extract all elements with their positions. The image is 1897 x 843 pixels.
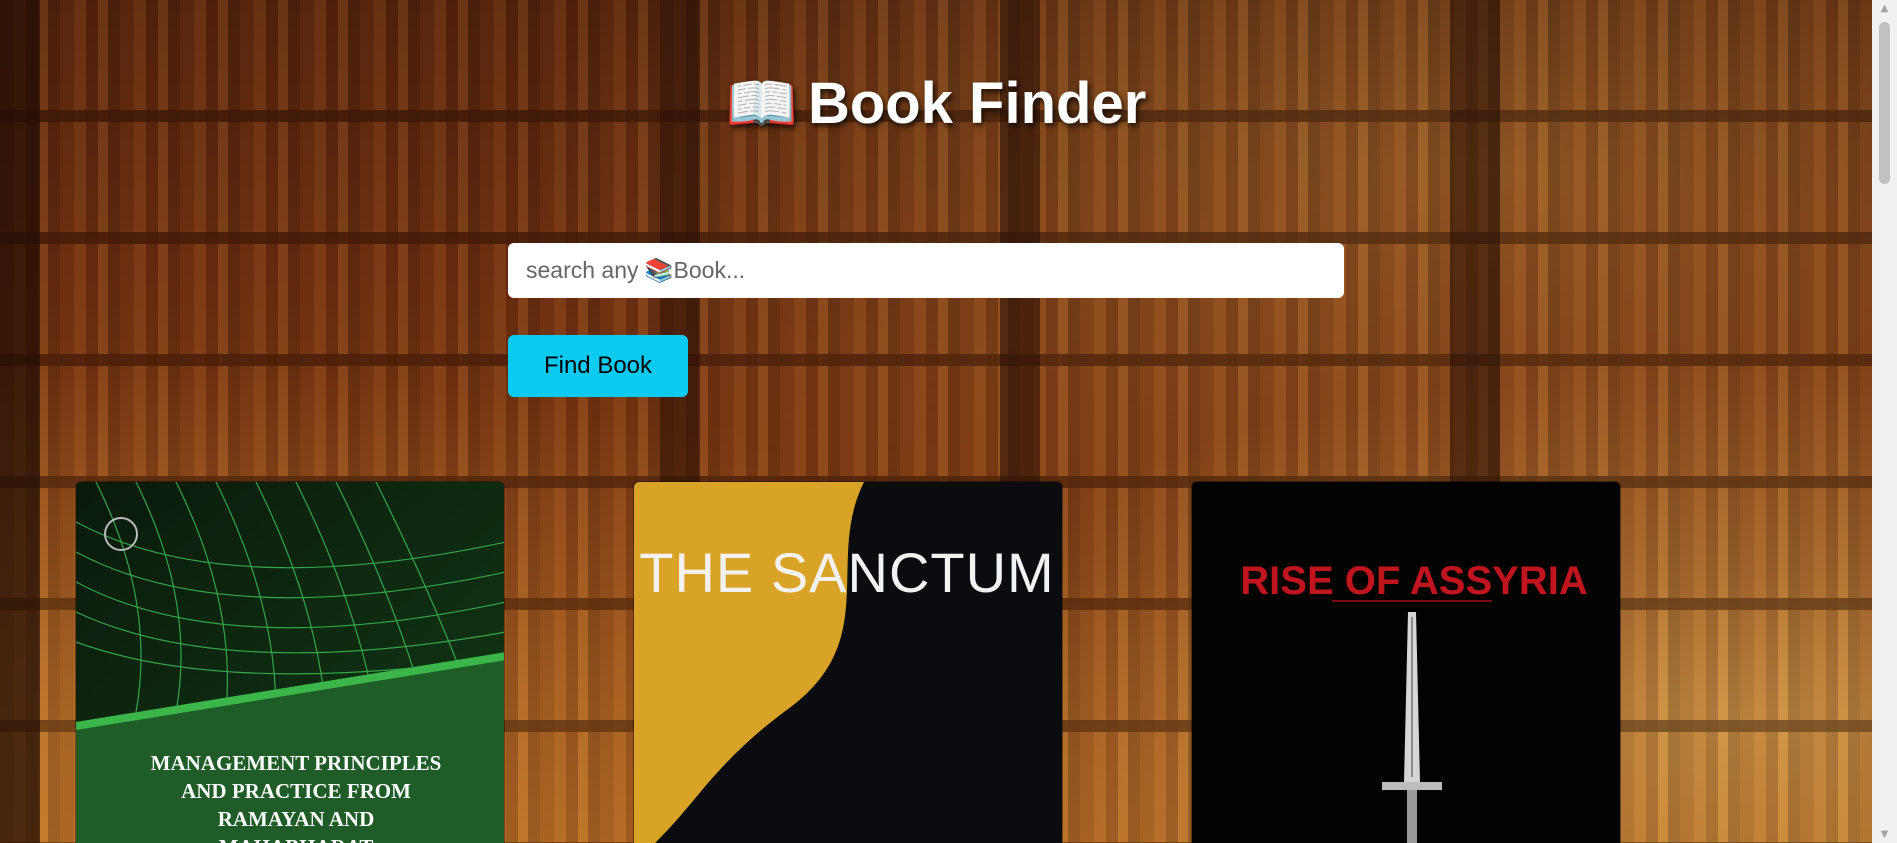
cover-line-2: AND PRACTICE FROM — [181, 779, 411, 803]
search-input[interactable] — [508, 243, 1344, 298]
cover-title: THE SANCTUM — [639, 541, 1054, 604]
book-card-rise-of-assyria[interactable]: RISE OF ASSYRIA — [1191, 481, 1621, 843]
cover-line-1: MANAGEMENT PRINCIPLES — [151, 751, 442, 775]
book-card-management-principles[interactable]: MANAGEMENT PRINCIPLES AND PRACTICE FROM … — [75, 481, 505, 843]
find-book-button[interactable]: Find Book — [508, 335, 688, 397]
book-card-the-sanctum[interactable]: THE SANCTUM — [633, 481, 1063, 843]
open-book-icon: 📖 — [725, 71, 798, 136]
page-title: 📖 Book Finder — [0, 64, 1872, 144]
book-cover-image: THE SANCTUM — [634, 482, 1062, 843]
scroll-up-arrow-icon[interactable]: ▲ — [1872, 0, 1897, 17]
cover-line-4: MAHABHARAT — [219, 835, 374, 843]
page-background: 📖Book Finder Find Book — [0, 0, 1897, 843]
vertical-scrollbar[interactable]: ▲ ▼ — [1872, 0, 1897, 843]
scroll-down-arrow-icon[interactable]: ▼ — [1872, 826, 1897, 843]
scrollbar-thumb[interactable] — [1879, 22, 1890, 184]
title-text: Book Finder — [807, 71, 1147, 136]
cover-title: RISE OF ASSYRIA — [1240, 559, 1587, 603]
book-cover-image: MANAGEMENT PRINCIPLES AND PRACTICE FROM … — [76, 482, 504, 843]
cover-line-3: RAMAYAN AND — [218, 807, 375, 831]
book-cover-image: RISE OF ASSYRIA — [1192, 482, 1620, 843]
